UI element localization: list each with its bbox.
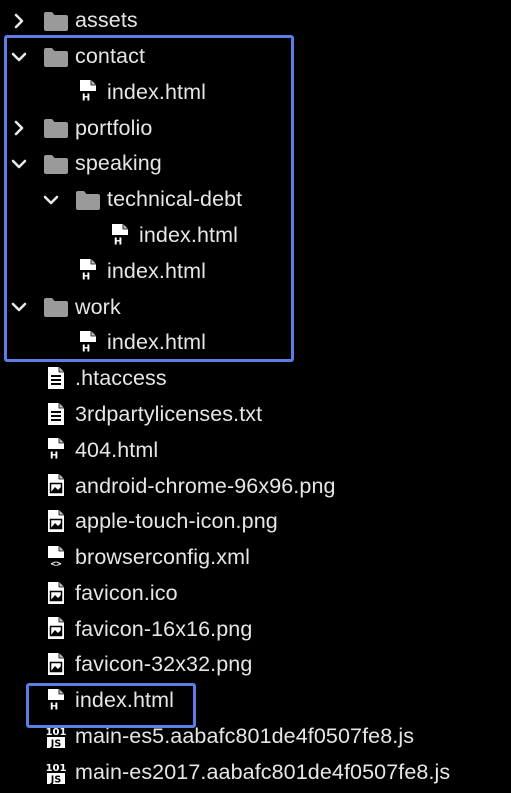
tree-file-row[interactable]: favicon-32x32.png: [0, 647, 511, 683]
svg-text:101: 101: [46, 727, 67, 738]
folder-icon: [43, 294, 69, 320]
svg-text:H: H: [50, 451, 58, 462]
tree-item-label: browserconfig.xml: [75, 545, 250, 570]
html-file-icon: H: [43, 688, 69, 714]
tree-item-label: work: [75, 294, 121, 319]
folder-icon: [75, 187, 101, 213]
folder-icon: [43, 8, 69, 34]
tree-item-label: index.html: [75, 688, 174, 713]
html-file-icon: H: [43, 437, 69, 463]
folder-icon: [43, 44, 69, 70]
image-file-icon: [43, 473, 69, 499]
image-file-icon: [43, 581, 69, 607]
svg-text:H: H: [82, 93, 90, 104]
tree-folder-row[interactable]: work: [0, 289, 511, 325]
tree-file-row[interactable]: android-chrome-96x96.png: [0, 468, 511, 504]
tree-file-row[interactable]: 101 JS main-es5.aabafc801de4f0507fe8.js: [0, 719, 511, 755]
svg-text:<>: <>: [51, 559, 62, 569]
folder-icon: [43, 151, 69, 177]
tree-folder-row[interactable]: technical-debt: [0, 182, 511, 218]
tree-item-label: technical-debt: [107, 187, 243, 212]
chevron-down-icon[interactable]: [41, 190, 61, 210]
svg-text:101: 101: [46, 763, 67, 774]
tree-item-label: main-es5.aabafc801de4f0507fe8.js: [75, 724, 415, 749]
text-file-icon: [43, 402, 69, 428]
file-tree: assets contact Hindex.html portfolio speakin…: [0, 3, 511, 791]
folder-icon: [43, 115, 69, 141]
tree-item-label: apple-touch-icon.png: [75, 509, 278, 534]
tree-file-row[interactable]: 3rdpartylicenses.txt: [0, 397, 511, 433]
text-file-icon: [43, 366, 69, 392]
tree-folder-row[interactable]: assets: [0, 3, 511, 39]
tree-item-label: index.html: [139, 222, 238, 247]
chevron-down-icon[interactable]: [9, 154, 29, 174]
tree-item-label: contact: [75, 43, 146, 68]
svg-text:H: H: [50, 702, 58, 713]
svg-text:H: H: [114, 236, 122, 247]
html-file-icon: H: [75, 258, 101, 284]
js-file-icon: 101 JS: [43, 760, 69, 786]
tree-file-row[interactable]: 101 JS main-es2017.aabafc801de4f0507fe8.js: [0, 755, 511, 791]
tree-item-label: main-es2017.aabafc801de4f0507fe8.js: [75, 759, 451, 784]
code-file-icon: <>: [43, 545, 69, 571]
chevron-down-icon[interactable]: [9, 47, 29, 67]
tree-item-label: 404.html: [75, 437, 159, 462]
html-file-icon: H: [75, 79, 101, 105]
tree-folder-row[interactable]: speaking: [0, 146, 511, 182]
image-file-icon: [43, 509, 69, 535]
tree-item-label: speaking: [75, 151, 162, 176]
tree-item-label: index.html: [107, 330, 206, 355]
tree-file-row[interactable]: favicon.ico: [0, 576, 511, 612]
tree-item-label: .htaccess: [75, 366, 167, 391]
tree-file-row[interactable]: Hindex.html: [0, 683, 511, 719]
svg-text:JS: JS: [50, 738, 62, 749]
chevron-right-icon[interactable]: [9, 118, 29, 138]
tree-item-label: index.html: [107, 79, 206, 104]
tree-file-row[interactable]: Hindex.html: [0, 254, 511, 290]
tree-file-row[interactable]: Hindex.html: [0, 218, 511, 254]
tree-file-row[interactable]: Hindex.html: [0, 325, 511, 361]
tree-item-label: assets: [75, 8, 138, 33]
tree-folder-row[interactable]: contact: [0, 39, 511, 75]
tree-file-row[interactable]: H 404.html: [0, 433, 511, 469]
tree-file-row[interactable]: favicon-16x16.png: [0, 612, 511, 648]
tree-item-label: android-chrome-96x96.png: [75, 473, 336, 498]
tree-file-row[interactable]: .htaccess: [0, 361, 511, 397]
tree-item-label: favicon-32x32.png: [75, 652, 253, 677]
tree-folder-row[interactable]: portfolio: [0, 110, 511, 146]
tree-item-label: 3rdpartylicenses.txt: [75, 401, 263, 426]
image-file-icon: [43, 652, 69, 678]
tree-item-label: favicon-16x16.png: [75, 616, 253, 641]
image-file-icon: [43, 616, 69, 642]
tree-file-row[interactable]: Hindex.html: [0, 75, 511, 111]
tree-item-label: favicon.ico: [75, 580, 178, 605]
html-file-icon: H: [107, 223, 133, 249]
tree-file-row[interactable]: <> browserconfig.xml: [0, 540, 511, 576]
tree-file-row[interactable]: apple-touch-icon.png: [0, 504, 511, 540]
chevron-down-icon[interactable]: [9, 297, 29, 317]
tree-item-label: portfolio: [75, 115, 153, 140]
tree-item-label: index.html: [107, 258, 206, 283]
chevron-right-icon[interactable]: [9, 11, 29, 31]
svg-text:JS: JS: [50, 774, 62, 785]
svg-text:H: H: [82, 344, 90, 355]
html-file-icon: H: [75, 330, 101, 356]
svg-text:H: H: [82, 272, 90, 283]
js-file-icon: 101 JS: [43, 724, 69, 750]
